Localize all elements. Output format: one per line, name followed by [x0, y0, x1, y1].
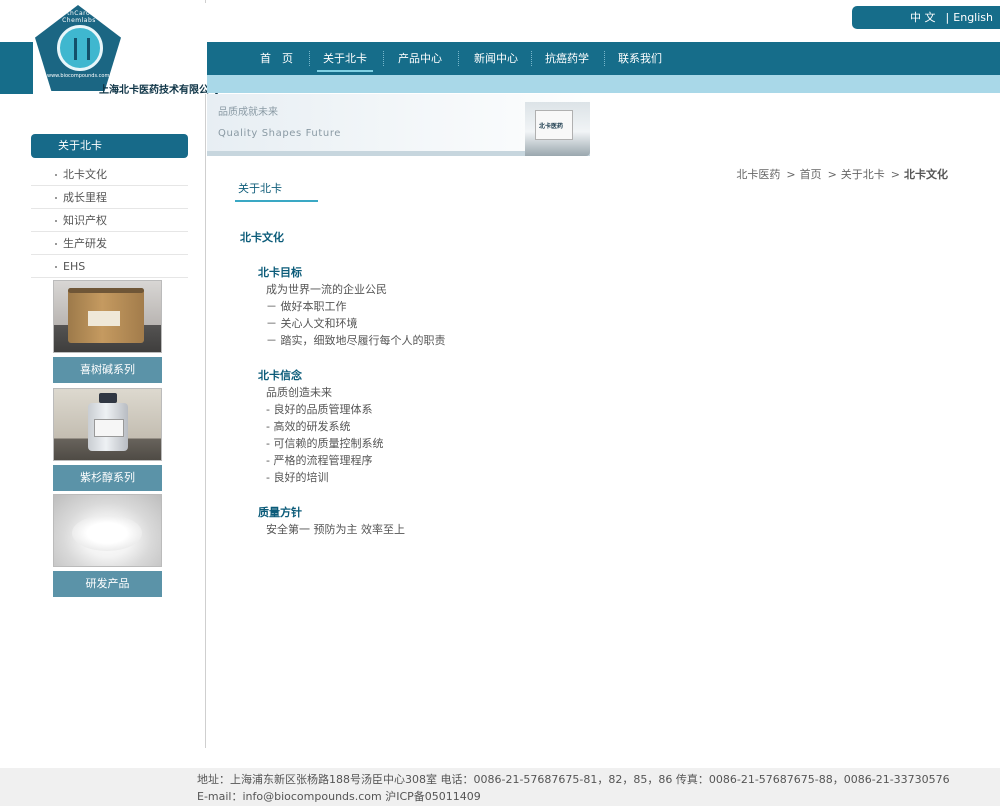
- nav-news[interactable]: 新闻中心: [474, 42, 518, 75]
- breadcrumb-separator: >: [890, 168, 900, 181]
- banner-slogan-cn: 品质成就未来: [218, 107, 278, 118]
- banner-photo: 北卡医药: [525, 102, 590, 156]
- banner-slogan-en: Quality Shapes Future: [218, 128, 342, 139]
- breadcrumb-link[interactable]: 首页: [800, 168, 822, 181]
- nav-separator: [604, 51, 605, 66]
- breadcrumb-link[interactable]: 北卡医药: [736, 168, 780, 181]
- language-english-link[interactable]: English: [953, 11, 993, 24]
- breadcrumb-separator: >: [786, 168, 796, 181]
- block-line: － 关心人文和环境: [266, 317, 358, 330]
- block-line: - 高效的研发系统: [266, 420, 351, 433]
- sidebar-item-ip[interactable]: 知识产权: [31, 209, 188, 232]
- language-selector: 中 文 | English: [852, 6, 1000, 29]
- footer-text: 地址：上海浦东新区张杨路188号汤臣中心308室 电话：0086-21-5768…: [197, 773, 950, 803]
- nav-products[interactable]: 产品中心: [398, 42, 442, 75]
- block-line: 安全第一 预防为主 效率至上: [266, 523, 405, 536]
- sidebar-title: 关于北卡: [31, 134, 188, 158]
- block-title: 质量方针: [258, 506, 302, 519]
- product-label[interactable]: 研发产品: [53, 571, 162, 597]
- main-nav: 首 页 关于北卡 产品中心 新闻中心 抗癌药学 联系我们: [207, 42, 1000, 75]
- breadcrumb-separator: >: [827, 168, 837, 181]
- page-heading: 北卡文化: [240, 231, 284, 244]
- nav-separator: [458, 51, 459, 66]
- block-title: 北卡目标: [258, 266, 302, 279]
- breadcrumb-link[interactable]: 关于北卡: [841, 168, 885, 181]
- bottle-image: [88, 393, 128, 451]
- block-line: － 做好本职工作: [266, 300, 347, 313]
- logo-emblem: NorthCarolina Chemlabs www.biocompounds.…: [35, 5, 121, 91]
- powder-image: [72, 515, 142, 551]
- product-photo[interactable]: [53, 388, 162, 461]
- company-name: 上海北卡医药技术有限公司: [99, 85, 219, 96]
- block-line: 成为世界一流的企业公民: [266, 283, 387, 296]
- sidebar-item-ehs[interactable]: EHS: [31, 255, 188, 278]
- language-separator: |: [945, 11, 950, 24]
- nav-sub-band: [207, 75, 1000, 93]
- sidebar-menu: 北卡文化 成长里程 知识产权 生产研发 EHS: [31, 163, 188, 278]
- product-label[interactable]: 紫杉醇系列: [53, 465, 162, 491]
- block-line: 品质创造未来: [266, 386, 332, 399]
- nav-contact[interactable]: 联系我们: [618, 42, 662, 75]
- main-content: 北卡文化 北卡目标 成为世界一流的企业公民 － 做好本职工作 － 关心人文和环境…: [240, 228, 840, 538]
- product-card-paclitaxel[interactable]: 紫杉醇系列: [53, 388, 162, 491]
- block-line: - 良好的品质管理体系: [266, 403, 373, 416]
- nav-separator: [383, 51, 384, 66]
- barrel-image: [68, 288, 144, 343]
- block-line: - 严格的流程管理程序: [266, 454, 373, 467]
- logo-url: www.biocompounds.com: [47, 73, 110, 79]
- nav-separator: [531, 51, 532, 66]
- nav-separator: [309, 51, 310, 66]
- block-line: - 良好的培训: [266, 471, 329, 484]
- product-card-camptothecin[interactable]: 喜树碱系列: [53, 280, 162, 383]
- language-chinese-link[interactable]: 中 文: [910, 11, 936, 24]
- block-title: 北卡信念: [258, 369, 302, 382]
- product-photo[interactable]: [53, 280, 162, 353]
- logo[interactable]: NorthCarolina Chemlabs www.biocompounds.…: [33, 3, 219, 96]
- nav-about[interactable]: 关于北卡: [317, 42, 373, 75]
- nav-home[interactable]: 首 页: [260, 42, 293, 75]
- logo-arc-text: NorthCarolina Chemlabs: [55, 10, 103, 24]
- breadcrumb: 北卡医药 > 首页 > 关于北卡 > 北卡文化: [736, 166, 948, 182]
- banner: 品质成就未来 Quality Shapes Future 北卡医药: [207, 94, 590, 156]
- sidebar-item-culture[interactable]: 北卡文化: [31, 163, 188, 186]
- logo-mark-icon: [74, 38, 90, 60]
- banner-sign: 北卡医药: [535, 110, 573, 140]
- product-card-rnd[interactable]: 研发产品: [53, 494, 162, 597]
- nav-anticancer[interactable]: 抗癌药学: [545, 42, 589, 75]
- breadcrumb-current: 北卡文化: [904, 168, 948, 181]
- footer: 地址：上海浦东新区张杨路188号汤臣中心308室 电话：0086-21-5768…: [0, 768, 1000, 806]
- section-underline: [235, 200, 318, 202]
- section-title: 关于北卡: [238, 182, 282, 195]
- logo-circle-icon: [57, 25, 103, 71]
- product-label[interactable]: 喜树碱系列: [53, 357, 162, 383]
- banner-sign-text: 北卡医药: [539, 123, 564, 130]
- left-column: NorthCarolina Chemlabs www.biocompounds.…: [0, 0, 219, 748]
- product-photo[interactable]: [53, 494, 162, 567]
- sidebar-item-milestones[interactable]: 成长里程: [31, 186, 188, 209]
- block-line: － 踏实，细致地尽履行每个人的职责: [266, 334, 446, 347]
- block-line: - 可信赖的质量控制系统: [266, 437, 384, 450]
- sidebar-item-rnd[interactable]: 生产研发: [31, 232, 188, 255]
